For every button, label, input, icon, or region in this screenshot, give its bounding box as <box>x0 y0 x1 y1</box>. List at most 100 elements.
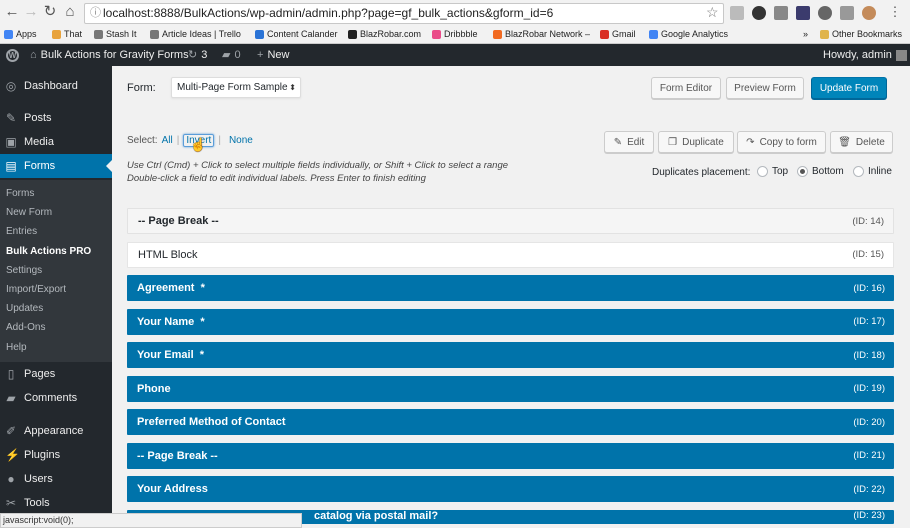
comments-link[interactable]: ▰ 0 <box>222 44 241 66</box>
users-icon: ● <box>7 472 15 486</box>
bookmark-item[interactable]: BlazRobar.com <box>348 29 421 39</box>
back-icon[interactable]: ← <box>3 3 21 21</box>
page-info-icon[interactable]: ⓘ <box>90 4 101 23</box>
bookmark-item[interactable]: Apps <box>4 29 37 39</box>
sidebar-item-label: Media <box>24 136 54 148</box>
extension-icon[interactable] <box>796 6 810 20</box>
extension-icon[interactable] <box>840 6 854 20</box>
edit-label: Edit <box>627 136 645 148</box>
extension-icon[interactable] <box>752 6 766 20</box>
submenu-item[interactable]: Forms <box>6 188 34 199</box>
copy-to-form-label: Copy to form <box>759 136 817 148</box>
bookmark-item[interactable]: Gmail <box>600 29 636 39</box>
sidebar-item-users[interactable]: ● Users <box>0 467 112 491</box>
bookmark-item[interactable]: Google Analytics <box>649 29 728 39</box>
sidebar-item-label: Forms <box>24 160 56 172</box>
home-icon[interactable]: ⌂ <box>61 3 79 21</box>
submenu-item[interactable]: Settings <box>6 265 42 276</box>
radio-circle[interactable] <box>853 166 864 177</box>
profile-avatar-icon[interactable] <box>862 6 876 20</box>
submenu-item[interactable]: New Form <box>6 207 52 218</box>
bookmark-label: Stash It <box>106 29 137 39</box>
extension-icon[interactable] <box>730 6 744 20</box>
form-field-row[interactable]: Your Email * (ID: 18) <box>127 342 894 368</box>
form-field-row[interactable]: Preferred Method of Contact (ID: 20) <box>127 409 894 435</box>
radio-circle[interactable] <box>797 166 808 177</box>
network-icon <box>493 29 502 39</box>
sidebar-item-dashboard[interactable]: ◎ Dashboard <box>0 74 112 98</box>
plugin-icon: ⚡ <box>5 448 20 462</box>
form-field-row[interactable]: Agreement * (ID: 16) <box>127 275 894 301</box>
home-icon: ⌂ <box>30 49 37 61</box>
field-id: (ID: 18) <box>853 349 885 361</box>
sidebar-item-plugins[interactable]: ⚡ Plugins <box>0 443 112 467</box>
placement-top-radio[interactable]: Top <box>757 166 788 177</box>
appearance-icon: ✐ <box>5 424 17 438</box>
form-label: Form: <box>127 82 156 94</box>
menu-icon[interactable]: ⋮ <box>886 3 904 21</box>
new-content-link[interactable]: + New <box>257 44 289 66</box>
form-field-row[interactable]: -- Page Break -- (ID: 14) <box>127 208 894 234</box>
sidebar-item-appearance[interactable]: ✐ Appearance <box>0 419 112 443</box>
site-name-link[interactable]: ⌂ Bulk Actions for Gravity Forms <box>30 44 189 66</box>
wordpress-logo-icon[interactable]: W <box>6 44 19 66</box>
reload-icon[interactable]: ↻ <box>41 3 59 21</box>
duplicate-button[interactable]: ❐ Duplicate <box>658 131 734 153</box>
delete-button[interactable]: 🗑 Delete <box>830 131 893 153</box>
bookmark-item[interactable]: That <box>52 29 82 39</box>
field-id: (ID: 17) <box>853 316 885 327</box>
form-editor-button[interactable]: Form Editor <box>651 77 721 99</box>
extension-icon[interactable] <box>818 6 832 20</box>
sidebar-item-comments[interactable]: ▰ Comments <box>0 386 112 410</box>
form-field-row[interactable]: Your Name * (ID: 17) <box>127 308 894 335</box>
bookmark-star-icon[interactable]: ☆ <box>706 4 719 21</box>
form-select[interactable]: Multi-Page Form Sample ⬍ <box>171 77 301 98</box>
form-field-row[interactable]: HTML Block (ID: 15) <box>127 241 894 268</box>
submenu-item[interactable]: Help <box>6 342 27 353</box>
cast-icon[interactable] <box>774 6 788 20</box>
update-form-button[interactable]: Update Form <box>811 77 887 99</box>
edit-button[interactable]: ✎ Edit <box>604 131 654 153</box>
submenu-item[interactable]: Import/Export <box>6 284 66 295</box>
bookmark-item[interactable]: BlazRobar Network – <box>493 29 590 39</box>
bookmark-label: BlazRobar.com <box>360 29 422 39</box>
select-label: Select: <box>127 135 158 146</box>
sidebar-item-pages[interactable]: ▯ Pages <box>0 362 112 386</box>
select-all-link[interactable]: All <box>162 135 173 146</box>
preview-form-button[interactable]: Preview Form <box>726 77 804 99</box>
sidebar-item-posts[interactable]: ✎ Posts <box>0 106 112 130</box>
other-bookmarks-folder[interactable]: Other Bookmarks <box>820 29 902 39</box>
select-none-link[interactable]: None <box>229 135 253 146</box>
update-form-label: Update Form <box>819 82 879 94</box>
form-field-row[interactable]: -- Page Break -- (ID: 21) <box>127 442 894 469</box>
form-field-row[interactable]: Phone (ID: 19) <box>127 375 894 402</box>
submenu-item[interactable]: Add-Ons <box>6 322 45 333</box>
submenu-item[interactable]: Updates <box>6 303 43 314</box>
other-bookmarks-label: Other Bookmarks <box>832 29 903 39</box>
submenu-item[interactable]: Entries <box>6 226 37 237</box>
bookmarks-overflow-icon[interactable]: » <box>803 29 808 39</box>
forward-icon[interactable]: → <box>22 3 40 21</box>
separator: | <box>218 135 221 146</box>
sidebar-item-forms[interactable]: ▤ Forms <box>0 154 112 178</box>
submenu-item[interactable]: Bulk Actions PRO <box>6 246 91 257</box>
placement-label: Duplicates placement: <box>652 167 751 178</box>
bookmark-item[interactable]: Dribbble <box>432 29 478 39</box>
updates-link[interactable]: ↻ 3 <box>188 44 207 66</box>
radio-circle[interactable] <box>757 166 768 177</box>
copy-to-form-button[interactable]: ↷ Copy to form <box>737 131 826 153</box>
form-field-row[interactable]: Your Address (ID: 22) <box>127 476 894 502</box>
placement-inline-radio[interactable]: Inline <box>853 166 892 177</box>
placement-bottom-radio[interactable]: Bottom <box>797 166 844 177</box>
sidebar-item-media[interactable]: ▣ Media <box>0 130 112 154</box>
my-account-link[interactable]: Howdy, admin <box>823 44 907 66</box>
comment-icon: ▰ <box>222 49 231 61</box>
placement-inline-label: Inline <box>868 166 892 177</box>
bookmark-item[interactable]: Article Ideas | Trello <box>150 29 241 39</box>
bookmark-label: Content Calander <box>267 29 338 39</box>
address-bar[interactable]: ⓘ localhost:8888/BulkActions/wp-admin/ad… <box>84 3 724 24</box>
bookmark-item[interactable]: Stash It <box>94 29 137 39</box>
sidebar-item-tools[interactable]: ✂ Tools <box>0 491 112 515</box>
b-logo-icon <box>348 29 357 39</box>
bookmark-item[interactable]: Content Calander <box>255 29 338 39</box>
